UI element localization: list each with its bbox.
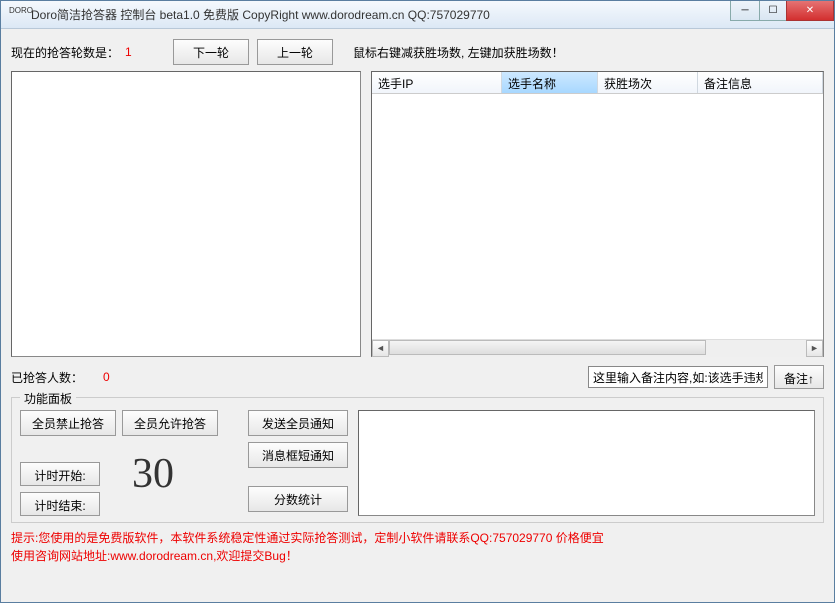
top-row: 现在的抢答轮数是： 1 下一轮 上一轮 鼠标右键减获胜场数, 左键加获胜场数！ [11,39,824,65]
client-area: 现在的抢答轮数是： 1 下一轮 上一轮 鼠标右键减获胜场数, 左键加获胜场数！ … [1,29,834,602]
timer-display-wrap: 30 [126,450,180,498]
col-name[interactable]: 选手名称 [502,72,598,93]
next-round-button[interactable]: 下一轮 [173,39,249,65]
scroll-left-button[interactable]: ◄ [372,340,389,357]
scroll-track[interactable] [389,340,806,357]
round-number: 1 [125,45,165,59]
timer-end-button[interactable]: 计时结束: [20,492,100,516]
titlebar[interactable]: DORO Doro简洁抢答器 控制台 beta1.0 免费版 CopyRight… [1,1,834,29]
remark-box: 备注↑ [588,365,824,389]
prev-round-button[interactable]: 上一轮 [257,39,333,65]
timer-start-button[interactable]: 计时开始: [20,462,100,486]
col-remark[interactable]: 备注信息 [698,72,823,93]
answered-count: 0 [103,370,110,384]
footer-line2a: 使用咨询网站地址: [11,549,110,563]
horizontal-scrollbar[interactable]: ◄ ► [372,339,823,356]
window-title: Doro简洁抢答器 控制台 beta1.0 免费版 CopyRight www.… [31,6,731,23]
notice-textarea[interactable] [358,410,815,516]
col-notice: 发送全员通知 消息框短通知 分数统计 [248,410,348,516]
count-row: 已抢答人数： 0 备注↑ [11,365,824,389]
scroll-right-button[interactable]: ► [806,340,823,357]
footer-line2b: ,欢迎提交Bug！ [213,549,298,563]
remark-input[interactable] [588,366,768,388]
mid-row: 选手IP 选手名称 获胜场次 备注信息 ◄ ► [11,71,824,357]
footer-line1b: 价格便宜 [552,531,603,545]
function-panel: 功能面板 全员禁止抢答 计时开始: 计时结束: 全员允许抢答 30 发送全员通知… [11,397,824,523]
close-button[interactable]: ✕ [786,1,834,21]
send-notice-button[interactable]: 发送全员通知 [248,410,348,436]
footer-qq: 757029770 [492,531,552,545]
scroll-thumb[interactable] [389,340,706,355]
allow-all-button[interactable]: 全员允许抢答 [122,410,218,436]
footer-url: www.dorodream.cn [110,549,213,563]
window-controls: ─ ☐ ✕ [731,1,834,21]
footer-line1a: 提示:您使用的是免费版软件，本软件系统稳定性通过实际抢答测试，定制小软件请联系Q… [11,531,492,545]
panel-title: 功能面板 [20,390,76,407]
col-forbid-allow: 全员禁止抢答 计时开始: 计时结束: [20,410,116,516]
maximize-button[interactable]: ☐ [759,1,787,21]
col-wins[interactable]: 获胜场次 [598,72,698,93]
app-icon: DORO [9,7,25,23]
forbid-all-button[interactable]: 全员禁止抢答 [20,410,116,436]
player-table: 选手IP 选手名称 获胜场次 备注信息 ◄ ► [371,71,824,357]
round-label: 现在的抢答轮数是： [11,44,119,61]
footer-tip: 提示:您使用的是免费版软件，本软件系统稳定性通过实际抢答测试，定制小软件请联系Q… [11,529,824,565]
score-stats-button[interactable]: 分数统计 [248,486,348,512]
col-ip[interactable]: 选手IP [372,72,502,93]
notice-textarea-wrap [358,410,815,516]
table-header: 选手IP 选手名称 获胜场次 备注信息 [372,72,823,94]
answer-list[interactable] [11,71,361,357]
table-body[interactable] [372,94,823,339]
minimize-button[interactable]: ─ [730,1,760,21]
msgbox-notice-button[interactable]: 消息框短通知 [248,442,348,468]
app-window: DORO Doro简洁抢答器 控制台 beta1.0 免费版 CopyRight… [0,0,835,603]
mouse-hint: 鼠标右键减获胜场数, 左键加获胜场数！ [353,44,564,61]
remark-button[interactable]: 备注↑ [774,365,824,389]
answered-label: 已抢答人数： [11,369,83,386]
timer-seconds: 30 [126,450,180,498]
